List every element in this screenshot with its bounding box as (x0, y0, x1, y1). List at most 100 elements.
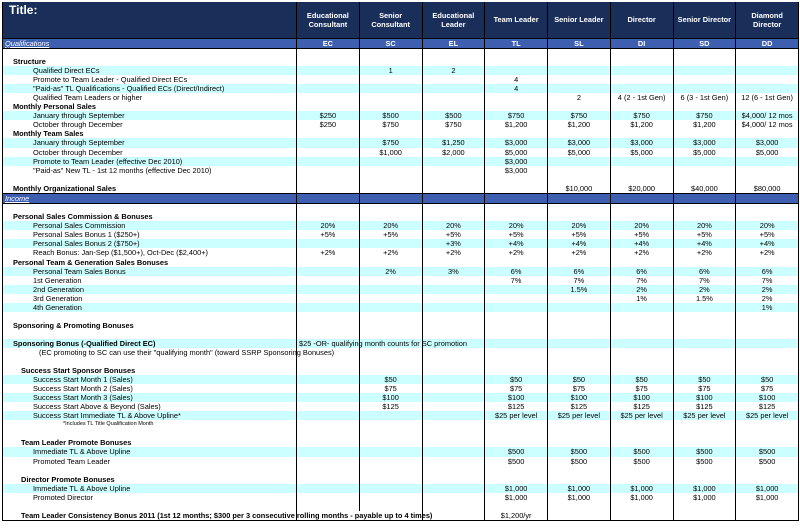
row-value: +2% (484, 248, 548, 258)
table-row: Personal Sales Commission 20% 20% 20% 20% 20%… (2, 221, 799, 231)
row-value (359, 129, 423, 139)
table-row: Team Leader Consistency Bonus 2011 (1st … (2, 510, 799, 521)
row-value (610, 66, 674, 76)
row-value: 3% (422, 266, 486, 276)
blank-cell (673, 203, 737, 213)
row-value: $1,200 (547, 120, 611, 130)
row-value (296, 257, 360, 267)
blank-cell (735, 329, 799, 339)
row-value (735, 66, 799, 76)
row-value (547, 57, 611, 67)
row-label: Monthly Personal Sales (2, 102, 297, 112)
row-value: 12 (6 - 1st Gen) (735, 93, 799, 103)
row-value (422, 84, 486, 94)
row-value: $100 (484, 393, 548, 403)
row-value (547, 212, 611, 222)
row-label: Director Promote Bonuses (2, 474, 297, 484)
row-value (547, 75, 611, 85)
table-row: 3rd Generation 1% 1.5% 2% (2, 293, 799, 303)
row-label: 1st Generation (2, 275, 297, 285)
blank-cell (484, 174, 548, 184)
blank-cell (296, 357, 360, 367)
blank-cell (296, 465, 360, 475)
row-value (422, 375, 486, 385)
table-row (2, 329, 799, 339)
row-value: 2% (610, 284, 674, 294)
table-row (2, 48, 799, 58)
row-value (422, 320, 486, 330)
group-heading-row: Personal Team & Generation Sales Bonuses (2, 257, 799, 267)
row-value (296, 212, 360, 222)
blank-cell (2, 357, 297, 367)
row-value: 2 (547, 93, 611, 103)
level-code: EC (296, 37, 360, 49)
row-value (547, 156, 611, 166)
blank-cell (610, 174, 674, 184)
row-value (673, 212, 737, 222)
row-value: 4 (2 - 1st Gen) (610, 93, 674, 103)
blank-cell (422, 347, 486, 357)
row-value (484, 57, 548, 67)
row-value (422, 75, 486, 85)
row-value: $50 (359, 375, 423, 385)
table-row: Promote to Team Leader (effective Dec 20… (2, 156, 799, 166)
row-value: $1,000 (484, 492, 548, 502)
row-label: Personal Sales Bonus 1 ($250+) (2, 230, 297, 240)
table-row: Qualified Direct ECs 1 2 (2, 66, 799, 76)
row-label: "Paid-as" TL Qualifications - Qualified … (2, 84, 297, 94)
row-value (735, 57, 799, 67)
row-value: 2% (673, 284, 737, 294)
col-header: Team Leader (484, 2, 548, 38)
group-heading-row: Monthly Team Sales (2, 129, 799, 139)
blank-cell (484, 192, 548, 204)
row-value: 20% (735, 221, 799, 231)
row-value (735, 75, 799, 85)
row-label: Reach Bonus: Jan-Sep ($1,500+), Oct-Dec … (2, 248, 297, 258)
blank-cell (484, 420, 548, 430)
row-value (296, 239, 360, 249)
row-value (422, 438, 486, 448)
blank-cell (484, 347, 548, 357)
row-label: Personal Sales Commission & Bonuses (2, 212, 297, 222)
blank-cell (359, 357, 423, 367)
row-value: 1 (359, 66, 423, 76)
row-value (296, 84, 360, 94)
row-value (673, 474, 737, 484)
row-value: $50 (484, 375, 548, 385)
row-value: $750 (359, 138, 423, 148)
row-value (735, 510, 799, 521)
row-value (296, 375, 360, 385)
row-value (735, 257, 799, 267)
blank-cell (484, 203, 548, 213)
blank-cell (296, 420, 360, 430)
row-value (673, 510, 737, 521)
row-label: Immediate TL & Above Upline (2, 447, 297, 457)
row-label: "Paid-as" New TL - 1st 12 months (effect… (2, 165, 297, 175)
row-value: $1,000 (735, 483, 799, 493)
row-value: $500 (673, 456, 737, 466)
row-value (484, 93, 548, 103)
col-header: Educational Consultant (296, 2, 360, 38)
row-value: $50 (735, 375, 799, 385)
row-value (547, 293, 611, 303)
row-value (422, 275, 486, 285)
row-value (359, 57, 423, 67)
row-value (422, 93, 486, 103)
row-value (673, 84, 737, 94)
row-value: $500 (735, 447, 799, 457)
row-value: $75 (735, 384, 799, 394)
blank-cell (735, 192, 799, 204)
blank-cell (547, 347, 611, 357)
row-value (484, 102, 548, 112)
blank-cell (2, 174, 297, 184)
group-heading-row: Team Leader Promote Bonuses (2, 438, 799, 448)
group-heading-row: Monthly Organizational Sales $10,000 $20,0… (2, 183, 799, 194)
row-value: 7% (547, 275, 611, 285)
row-label: Qualified Team Leaders or higher (2, 93, 297, 103)
row-label: 3rd Generation (2, 293, 297, 303)
row-value (296, 302, 360, 312)
row-label: Sponsoring & Promoting Bonuses (2, 320, 297, 330)
blank-cell (673, 192, 737, 204)
row-value: 6% (484, 266, 548, 276)
row-value (673, 156, 737, 166)
